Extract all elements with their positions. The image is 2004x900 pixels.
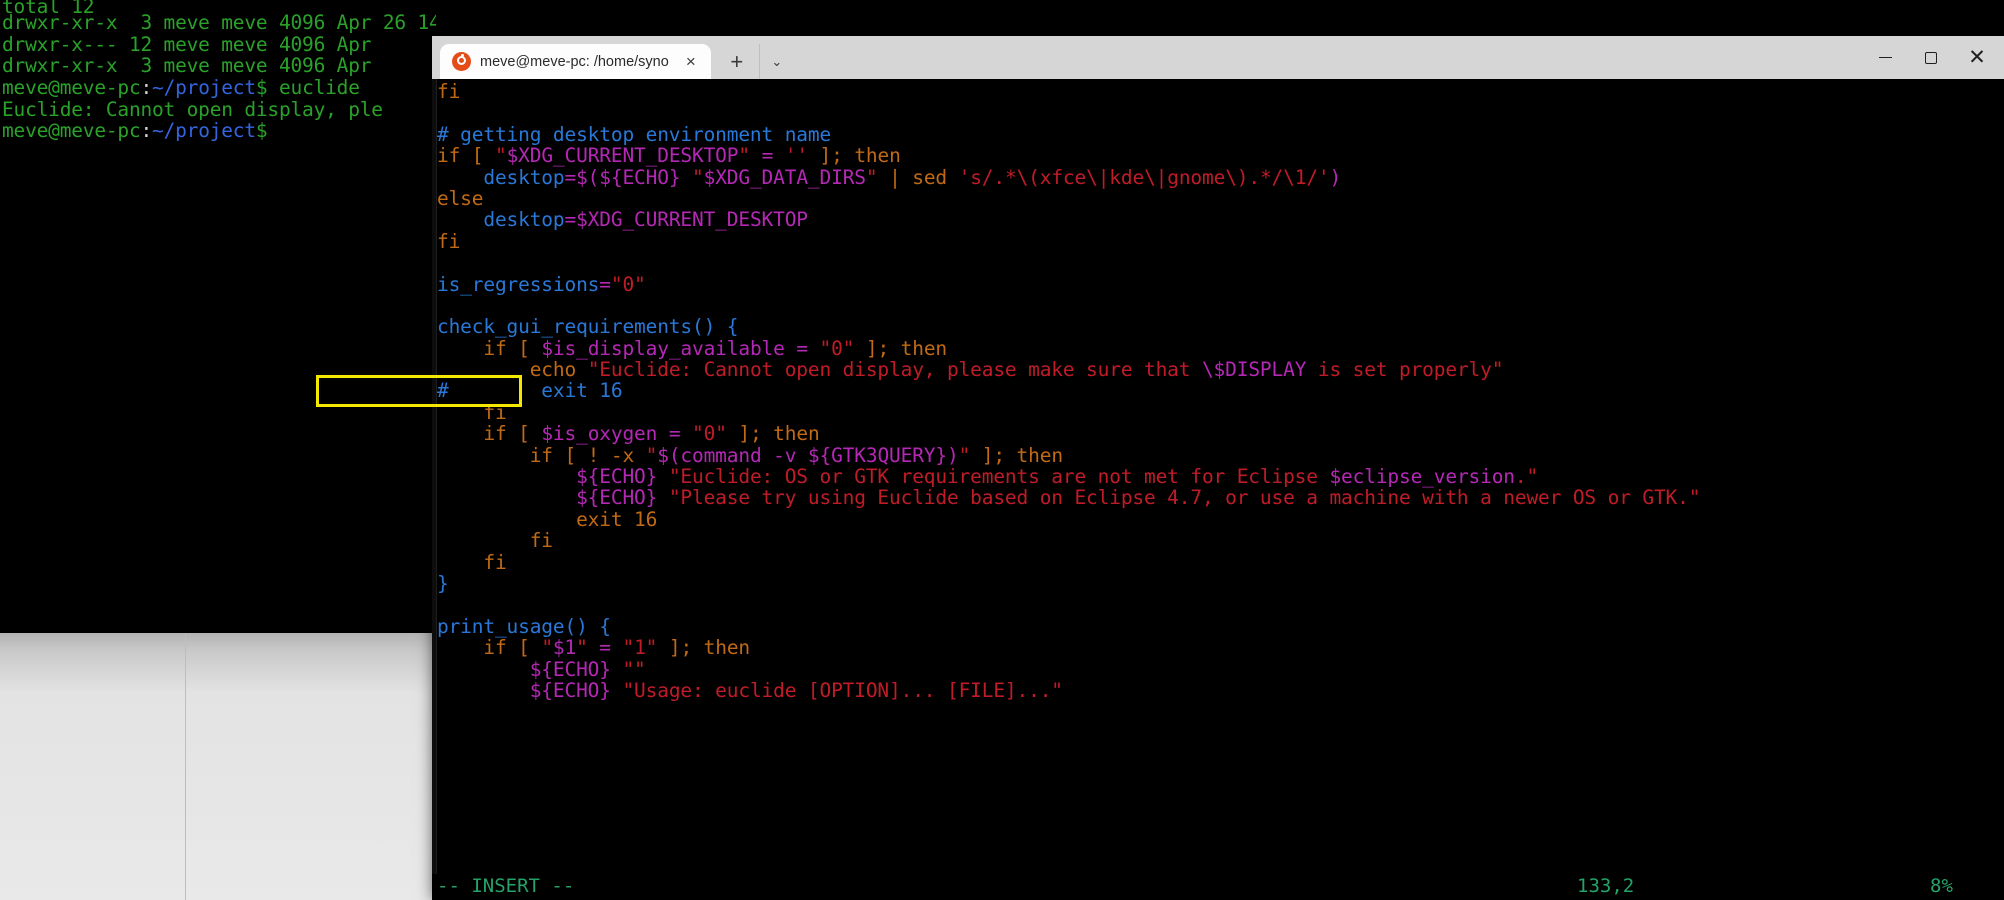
tab-title: meve@meve-pc: /home/syno bbox=[480, 53, 669, 70]
window-controls: ✕ bbox=[1862, 36, 2004, 79]
close-tab-icon[interactable]: × bbox=[680, 51, 702, 73]
code-line: if [ $is_oxygen = "0" ]; then bbox=[437, 422, 820, 446]
maximize-button[interactable] bbox=[1908, 36, 1954, 79]
terminal-line: Euclide: Cannot open display, ple bbox=[2, 98, 383, 121]
code-line: fi bbox=[437, 550, 507, 574]
code-line: if [ $is_display_available = "0" ]; then bbox=[437, 336, 948, 360]
terminal-line: drwxr-xr-x 3 meve meve 4096 Apr bbox=[2, 54, 372, 77]
vim-statusline: -- INSERT -- 133,2 8% bbox=[432, 874, 2004, 900]
code-line: fi bbox=[437, 229, 461, 253]
code-line: print_usage() { bbox=[437, 614, 611, 638]
terminal-line: drwxr-x--- 12 meve meve 4096 Apr bbox=[2, 33, 372, 56]
terminal-line: meve@meve-pc:~/project$ bbox=[2, 119, 268, 142]
desktop-background bbox=[0, 633, 436, 900]
code-line: if [ "$1" = "1" ]; then bbox=[437, 636, 751, 660]
code-line: fi bbox=[437, 80, 461, 103]
code-line: fi bbox=[437, 400, 507, 424]
new-tab-button[interactable]: + bbox=[719, 44, 755, 79]
code-line: # getting desktop environment name bbox=[437, 122, 832, 146]
code-line: ${ECHO} "" bbox=[437, 657, 646, 681]
code-line: } bbox=[437, 571, 449, 595]
code-line: else bbox=[437, 186, 484, 210]
code-line: if [ "$XDG_CURRENT_DESKTOP" = '' ]; then bbox=[437, 144, 901, 168]
code-line: ${ECHO} "Please try using Euclide based … bbox=[437, 486, 1701, 510]
chevron-down-icon[interactable]: ⌄ bbox=[758, 44, 794, 79]
code-line: fi bbox=[437, 529, 553, 553]
code-line: echo "Euclide: Cannot open display, plea… bbox=[437, 358, 1504, 382]
code-line: # exit 16 bbox=[437, 379, 623, 403]
vim-editor[interactable]: fi # getting desktop environment name if … bbox=[432, 79, 2004, 900]
code-line: desktop=$(${ECHO} "$XDG_DATA_DIRS" | sed… bbox=[437, 165, 1342, 189]
terminal-line: drwxr-xr-x 3 meve meve 4096 Apr 26 14:59… bbox=[2, 11, 436, 34]
cursor-position: 133,2 bbox=[1577, 875, 1635, 897]
titlebar: meve@meve-pc: /home/syno × + ⌄ ✕ bbox=[432, 36, 2004, 79]
tab-strip: meve@meve-pc: /home/syno × + ⌄ bbox=[432, 36, 794, 79]
code-line: ${ECHO} "Usage: euclide [OPTION]... [FIL… bbox=[437, 678, 1063, 702]
code-line: is_regressions="0" bbox=[437, 272, 646, 296]
terminal-line: meve@meve-pc:~/project$ euclide bbox=[2, 76, 360, 99]
code-line: exit 16 bbox=[437, 507, 658, 531]
vim-mode-indicator: -- INSERT -- bbox=[437, 875, 575, 897]
code-line: desktop=$XDG_CURRENT_DESKTOP bbox=[437, 208, 808, 232]
close-window-button[interactable]: ✕ bbox=[1954, 36, 2004, 79]
scroll-percent: 8% bbox=[1930, 875, 1953, 897]
code-line: if [ ! -x "$(command -v ${GTK3QUERY})" ]… bbox=[437, 443, 1063, 467]
tab-terminal[interactable]: meve@meve-pc: /home/syno × bbox=[440, 44, 711, 79]
screen: total 12 drwxr-xr-x 3 meve meve 4096 Apr … bbox=[0, 0, 2004, 900]
code-line: check_gui_requirements() { bbox=[437, 315, 739, 339]
terminal-window: meve@meve-pc: /home/syno × + ⌄ ✕ fi # ge… bbox=[432, 36, 2004, 900]
minimize-button[interactable] bbox=[1862, 36, 1908, 79]
editor-code[interactable]: fi # getting desktop environment name if … bbox=[437, 81, 1700, 701]
desktop-window-divider bbox=[185, 633, 186, 900]
code-line: ${ECHO} "Euclide: OS or GTK requirements… bbox=[437, 465, 1539, 489]
ubuntu-icon bbox=[452, 52, 471, 71]
background-terminal[interactable]: total 12 drwxr-xr-x 3 meve meve 4096 Apr … bbox=[0, 0, 436, 633]
